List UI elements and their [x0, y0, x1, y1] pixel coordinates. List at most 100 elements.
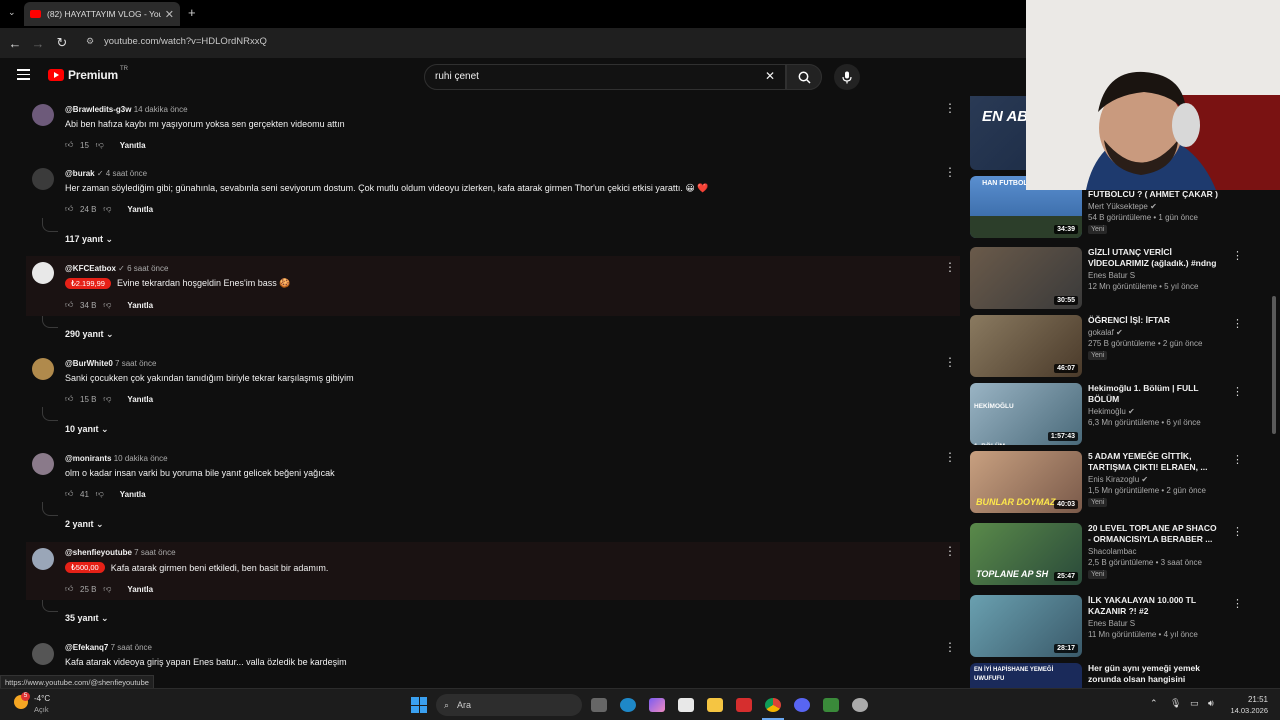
comment-more-icon[interactable]: ⋮: [944, 355, 956, 369]
video-more-icon[interactable]: ⋮: [1232, 317, 1243, 330]
comment-time[interactable]: 7 saat önce: [115, 359, 156, 368]
tray-overflow-icon[interactable]: ⌃: [1150, 698, 1158, 709]
reply-button[interactable]: Yanıtla: [127, 205, 153, 214]
like-icon[interactable]: 👍︎: [65, 394, 73, 404]
replies-toggle[interactable]: 290 yanıt ⌄: [65, 329, 114, 340]
forward-arrow-icon[interactable]: →: [26, 28, 50, 58]
wps-icon[interactable]: [736, 698, 752, 712]
comment-more-icon[interactable]: ⋮: [944, 165, 956, 179]
dislike-icon[interactable]: 👎︎: [103, 204, 111, 214]
browser-tab[interactable]: (82) HAYATTAYIM VLOG - YouTube ✕: [24, 2, 180, 26]
avatar[interactable]: [32, 548, 54, 570]
comment-time[interactable]: 7 saat önce: [111, 643, 152, 652]
comment-more-icon[interactable]: ⋮: [944, 260, 956, 274]
avatar[interactable]: [32, 453, 54, 475]
dislike-icon[interactable]: 👎︎: [96, 140, 104, 150]
comment-time[interactable]: 14 dakika önce: [134, 105, 188, 114]
comment-more-icon[interactable]: ⋮: [944, 640, 956, 654]
search-input[interactable]: ruhi çenet ✕: [424, 64, 786, 90]
comment-more-icon[interactable]: ⋮: [944, 450, 956, 464]
replies-toggle[interactable]: 117 yanıt ⌄: [65, 234, 113, 245]
video-title[interactable]: ÖĞRENCİ İŞİ: İFTAR: [1088, 315, 1220, 326]
reply-button[interactable]: Yanıtla: [127, 395, 153, 404]
chrome-icon[interactable]: [765, 698, 781, 712]
video-thumbnail[interactable]: BUNLAR DOYMAZ 40:03: [970, 451, 1082, 513]
comment-time[interactable]: 6 saat önce: [127, 264, 168, 273]
video-thumbnail[interactable]: TOPLANE AP SH 25:47: [970, 523, 1082, 585]
recommended-video[interactable]: 46:07 ÖĞRENCİ İŞİ: İFTAR gokalaf ✔ 275 B…: [970, 315, 1243, 379]
video-more-icon[interactable]: ⋮: [1232, 597, 1243, 610]
comment-author[interactable]: @KFCEatbox: [65, 264, 116, 273]
video-title[interactable]: İLK YAKALAYAN 10.000 TL KAZANIR ?! #2: [1088, 595, 1220, 617]
tab-list-chevron-icon[interactable]: ⌄: [8, 7, 16, 18]
youtube-premium-logo[interactable]: Premium TR: [48, 66, 128, 82]
comment-more-icon[interactable]: ⋮: [944, 544, 956, 558]
comment-author[interactable]: @BurWhite0: [65, 359, 113, 368]
hamburger-menu-icon[interactable]: [17, 69, 30, 80]
weather-temp[interactable]: -4°C: [34, 694, 50, 703]
comment-more-icon[interactable]: ⋮: [944, 101, 956, 115]
back-arrow-icon[interactable]: ←: [3, 28, 27, 58]
clear-search-icon[interactable]: ✕: [765, 69, 775, 83]
comment-author[interactable]: @shenfieyoutube: [65, 548, 132, 557]
copilot-icon[interactable]: [649, 698, 665, 712]
comment-author[interactable]: @Efekanq7: [65, 643, 108, 652]
dislike-icon[interactable]: 👎︎: [96, 489, 104, 499]
reply-button[interactable]: Yanıtla: [127, 585, 153, 594]
sidebar-scrollbar[interactable]: [1272, 296, 1276, 434]
comment-author[interactable]: @monirants: [65, 454, 111, 463]
video-thumbnail[interactable]: 30:55: [970, 247, 1082, 309]
recommended-video[interactable]: 30:55 GİZLİ UTANÇ VERİCİ VİDEOLARIMIZ (a…: [970, 247, 1243, 311]
video-title[interactable]: Hekimoğlu 1. Bölüm | FULL BÖLÜM: [1088, 383, 1220, 405]
site-info-icon[interactable]: ⚙: [86, 36, 94, 47]
like-icon[interactable]: 👍︎: [65, 300, 73, 310]
channel-name[interactable]: Hekimoğlu: [1088, 407, 1126, 416]
recommended-video[interactable]: 28:17 İLK YAKALAYAN 10.000 TL KAZANIR ?!…: [970, 595, 1243, 659]
video-title[interactable]: FUTBOLCU ? ( AHMET ÇAKAR ): [1088, 189, 1220, 200]
video-title[interactable]: Her gün aynı yemeği yemek zorunda olsan …: [1088, 663, 1220, 685]
video-title[interactable]: GİZLİ UTANÇ VERİCİ VİDEOLARIMIZ (ağladık…: [1088, 247, 1220, 269]
recommended-video[interactable]: BUNLAR DOYMAZ 40:03 5 ADAM YEMEĞE GİTTİK…: [970, 451, 1243, 515]
channel-name[interactable]: gokalaf: [1088, 328, 1114, 337]
task-view-icon[interactable]: [591, 698, 607, 712]
channel-name[interactable]: Shacolambac: [1088, 547, 1220, 556]
comment-time[interactable]: 10 dakika önce: [114, 454, 168, 463]
windows-start-icon[interactable]: [411, 697, 427, 713]
video-thumbnail[interactable]: 28:17: [970, 595, 1082, 657]
reply-button[interactable]: Yanıtla: [120, 490, 146, 499]
dislike-icon[interactable]: 👎︎: [103, 300, 111, 310]
clock-time[interactable]: 21:51: [1228, 695, 1268, 704]
avatar[interactable]: [32, 168, 54, 190]
recommended-video[interactable]: EN İYİ HAPİSHANE YEMEĞİ UWUFUFU Her gün …: [970, 663, 1226, 688]
replies-toggle[interactable]: 10 yanıt ⌄: [65, 424, 109, 435]
video-title[interactable]: 5 ADAM YEMEĞE GİTTİK, TARTIŞMA ÇIKTI! EL…: [1088, 451, 1220, 473]
channel-name[interactable]: Enes Batur S: [1088, 619, 1220, 628]
search-button[interactable]: [786, 64, 822, 90]
clock-date[interactable]: 14.03.2026: [1228, 706, 1268, 715]
discord-icon[interactable]: [794, 698, 810, 712]
recommended-video[interactable]: TOPLANE AP SH 25:47 20 LEVEL TOPLANE AP …: [970, 523, 1243, 587]
comment-time[interactable]: 7 saat önce: [134, 548, 175, 557]
network-icon[interactable]: ▭: [1190, 698, 1199, 709]
avatar[interactable]: [32, 643, 54, 665]
like-icon[interactable]: 👍︎: [65, 140, 73, 150]
weather-status[interactable]: Açık: [34, 705, 49, 714]
edge-icon[interactable]: [620, 698, 636, 712]
replies-toggle[interactable]: 35 yanıt ⌄: [65, 613, 109, 624]
video-more-icon[interactable]: ⋮: [1232, 249, 1243, 262]
video-thumbnail[interactable]: 46:07: [970, 315, 1082, 377]
reload-icon[interactable]: ↻: [50, 28, 74, 58]
comment-time[interactable]: 4 saat önce: [106, 169, 147, 178]
replies-toggle[interactable]: 2 yanıt ⌄: [65, 519, 104, 530]
video-thumbnail[interactable]: HEKİMOĞLU 1. BÖLÜM 1:57:43: [970, 383, 1082, 445]
avatar[interactable]: [32, 104, 54, 126]
nvidia-icon[interactable]: [823, 698, 839, 712]
dislike-icon[interactable]: 👎︎: [103, 584, 111, 594]
store-icon[interactable]: [678, 698, 694, 712]
tab-close-icon[interactable]: ✕: [165, 8, 174, 21]
file-explorer-icon[interactable]: [707, 698, 723, 712]
reply-button[interactable]: Yanıtla: [127, 301, 153, 310]
reply-button[interactable]: Yanıtla: [120, 141, 146, 150]
avatar[interactable]: [32, 262, 54, 284]
taskbar-search[interactable]: ⌕ Ara: [436, 694, 582, 716]
